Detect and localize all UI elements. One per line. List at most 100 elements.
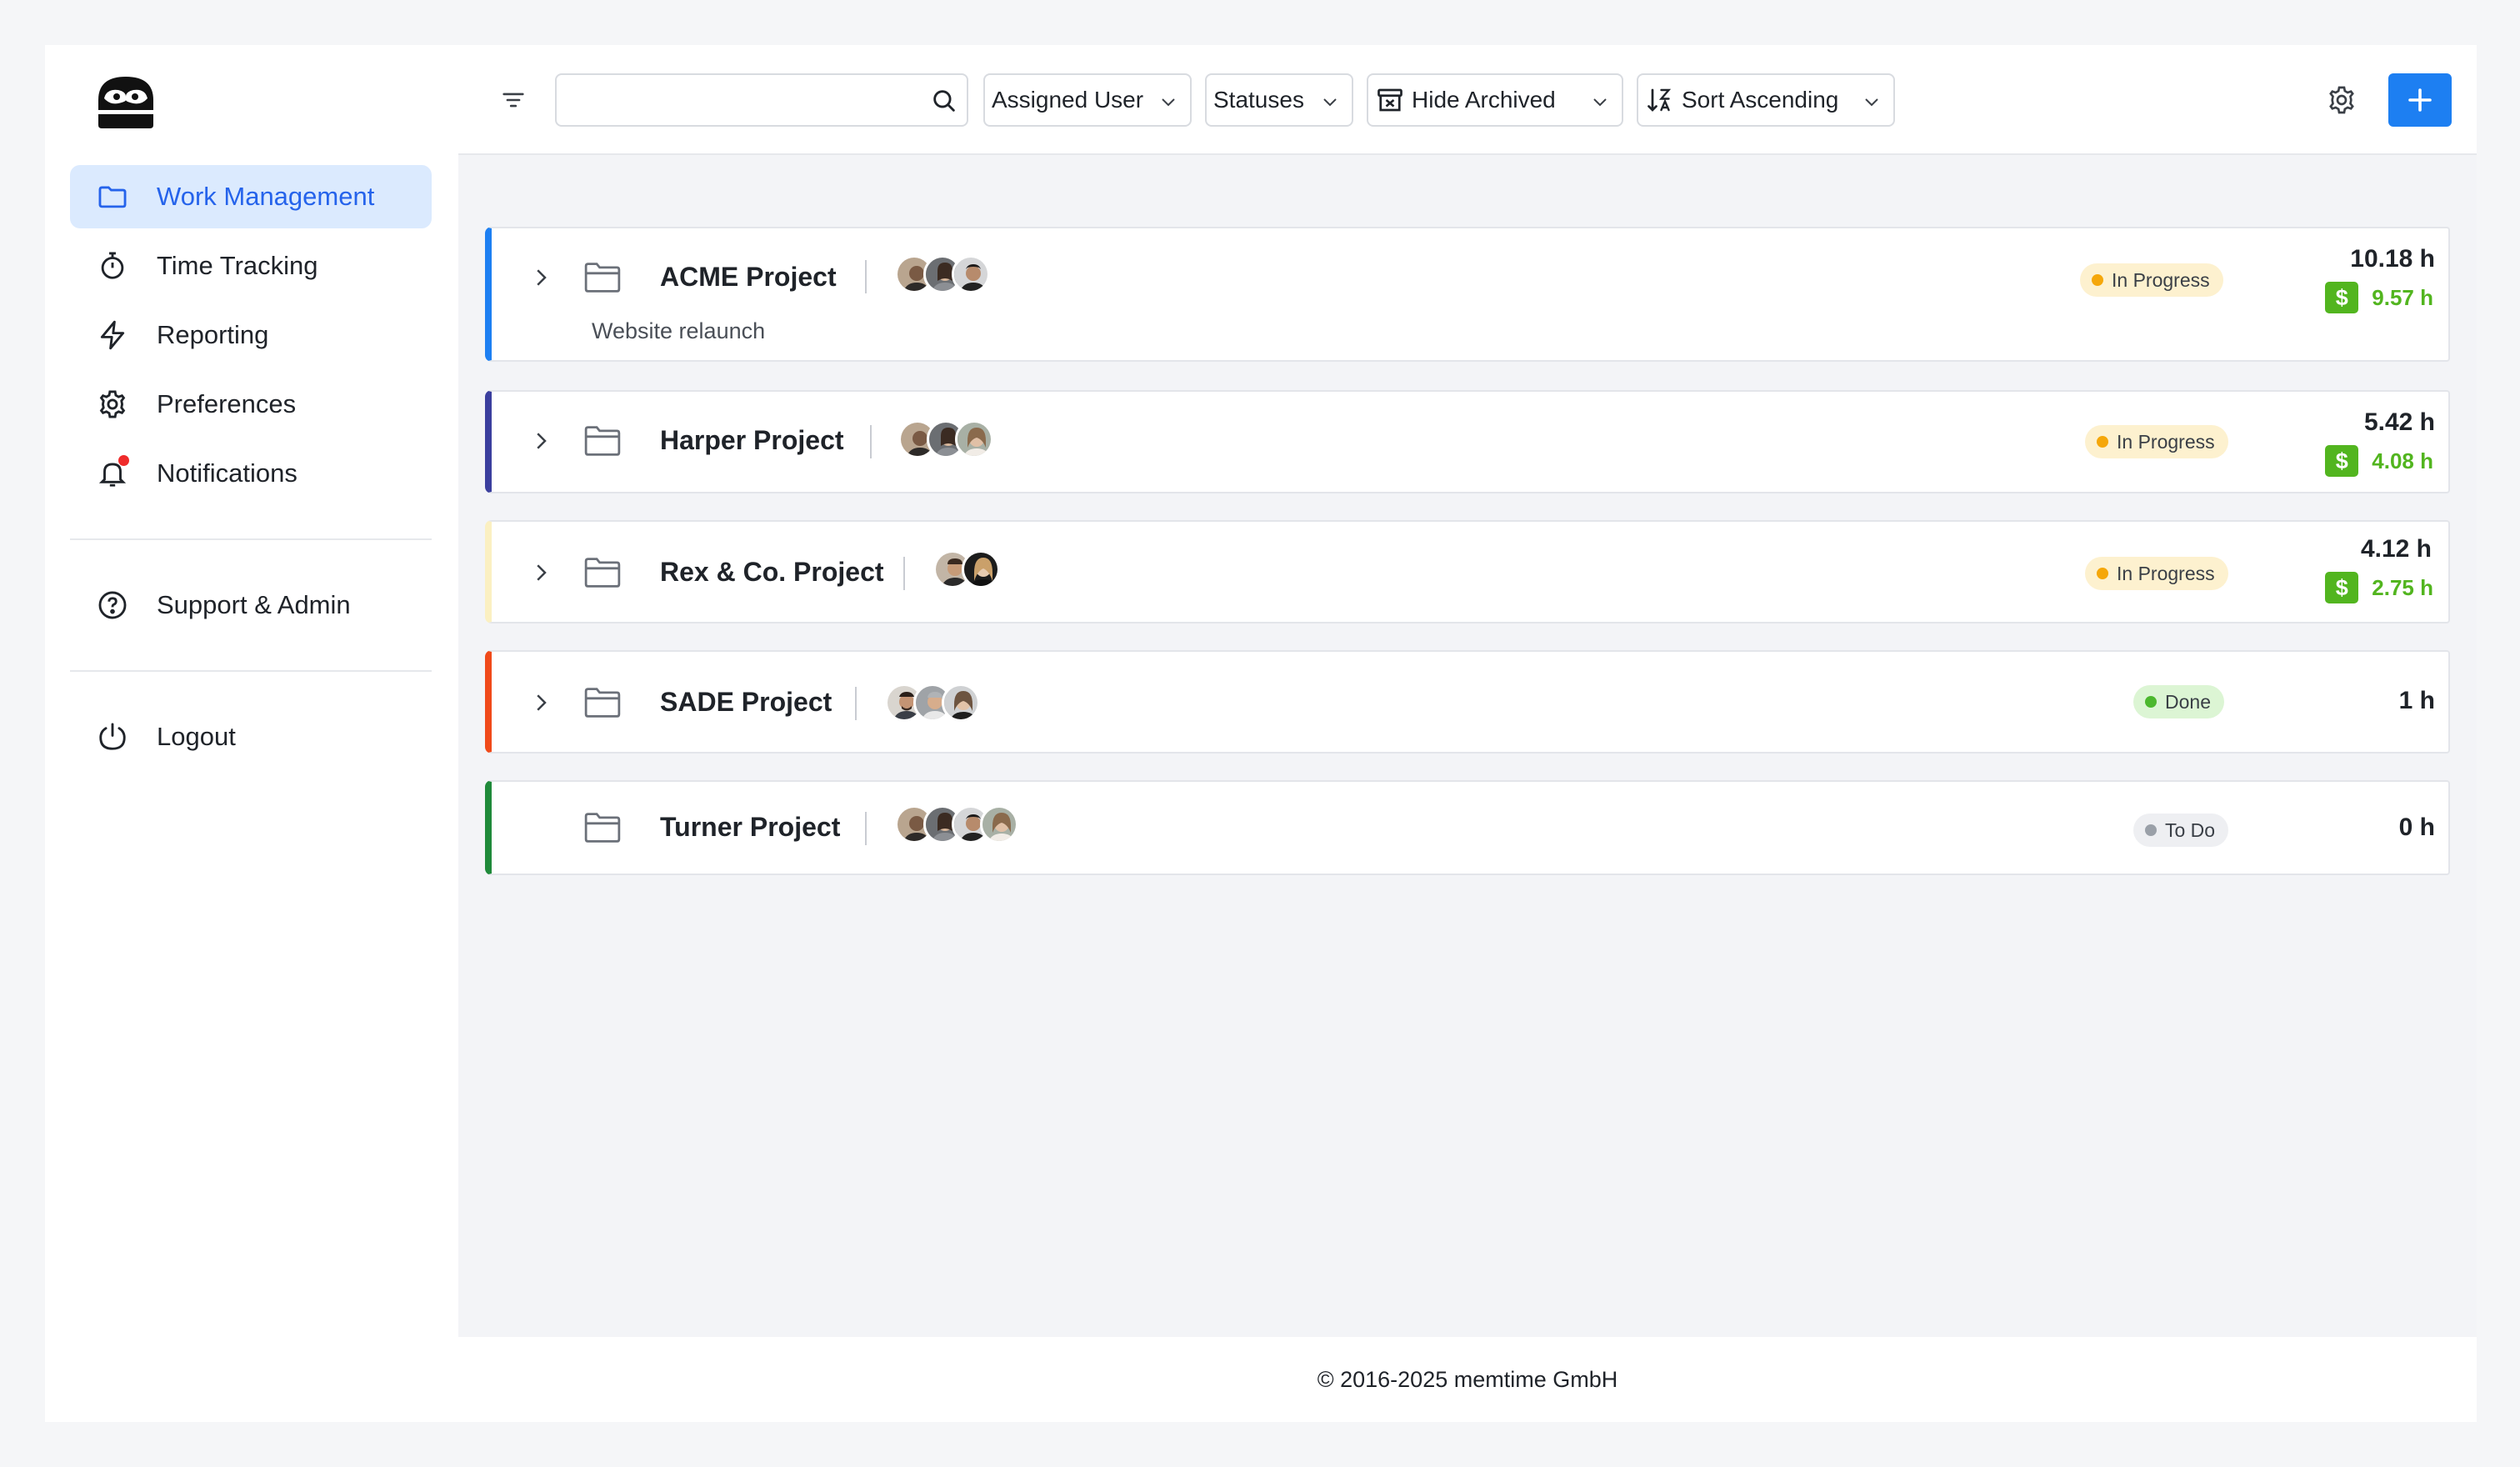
billable-value: 2.75 h xyxy=(2372,574,2433,600)
gear-icon xyxy=(97,388,128,420)
chevron-down-icon xyxy=(1593,98,1607,107)
sidebar-item-logout[interactable]: Logout xyxy=(70,705,432,769)
sidebar-item-support-admin[interactable]: Support & Admin xyxy=(70,573,432,637)
sidebar-item-work-management[interactable]: Work Management xyxy=(70,165,432,228)
sidebar-item-label: Reporting xyxy=(157,320,269,349)
status-badge: Done xyxy=(2133,685,2224,718)
status-dot xyxy=(2145,824,2157,836)
avatar xyxy=(942,683,980,722)
project-list: ACME Project Website relaunch In Progres… xyxy=(458,155,2477,1337)
project-name: Turner Project xyxy=(660,812,841,842)
search-icon[interactable] xyxy=(930,87,958,115)
folder-icon xyxy=(584,813,621,843)
project-name: ACME Project xyxy=(660,262,837,292)
project-row-turner[interactable]: Turner Project To Do 0 h xyxy=(485,780,2450,875)
dropdown-label: Sort Ascending xyxy=(1682,87,1839,113)
sort-ascending-icon xyxy=(1648,88,1672,112)
dropdown-label: Statuses xyxy=(1213,87,1304,113)
dollar-icon: $ xyxy=(2325,445,2359,477)
status-label: In Progress xyxy=(2117,562,2215,584)
footer: © 2016-2025 memtime GmbH xyxy=(458,1337,2477,1422)
add-button[interactable] xyxy=(2388,73,2452,127)
project-row-sade[interactable]: SADE Project Done 1 h xyxy=(485,650,2450,754)
folder-icon xyxy=(584,263,621,293)
sidebar-item-label: Preferences xyxy=(157,389,297,418)
chevron-down-icon xyxy=(1323,98,1337,107)
chevron-right-icon[interactable] xyxy=(528,560,553,585)
billable-hours: $ 2.75 h xyxy=(2325,572,2433,603)
project-row-acme[interactable]: ACME Project Website relaunch In Progres… xyxy=(485,227,2450,362)
help-circle-icon xyxy=(97,589,128,621)
sidebar-item-label: Work Management xyxy=(157,182,375,211)
project-name: SADE Project xyxy=(660,687,832,717)
archived-dropdown[interactable]: Hide Archived xyxy=(1367,73,1623,127)
folder-icon xyxy=(584,688,621,718)
sidebar-item-label: Support & Admin xyxy=(157,590,351,619)
folder-icon xyxy=(584,558,621,588)
sidebar-item-reporting[interactable]: Reporting xyxy=(70,303,432,367)
status-badge: In Progress xyxy=(2085,425,2228,458)
status-label: Done xyxy=(2165,690,2211,713)
sidebar-item-label: Time Tracking xyxy=(157,251,318,280)
assigned-user-dropdown[interactable]: Assigned User xyxy=(983,73,1192,127)
folder-icon xyxy=(97,181,128,213)
sidebar-divider xyxy=(70,670,432,672)
dollar-icon: $ xyxy=(2325,572,2359,603)
status-label: In Progress xyxy=(2112,268,2210,291)
plus-icon xyxy=(2408,88,2432,112)
sidebar-divider xyxy=(70,538,432,540)
avatar-group xyxy=(885,683,980,722)
project-subtitle: Website relaunch xyxy=(592,318,766,343)
sloth-logo[interactable] xyxy=(93,67,158,132)
project-name: Rex & Co. Project xyxy=(660,557,884,587)
separator xyxy=(870,425,872,458)
chevron-down-icon xyxy=(1162,98,1175,107)
sidebar-item-preferences[interactable]: Preferences xyxy=(70,373,432,436)
status-label: To Do xyxy=(2165,819,2216,841)
archive-icon xyxy=(1378,88,1402,112)
status-dot xyxy=(2145,696,2157,708)
filter-icon xyxy=(502,93,524,108)
total-hours: 4.12 h xyxy=(2360,535,2432,563)
status-dot xyxy=(2097,568,2108,579)
avatar-group xyxy=(895,805,1018,844)
sidebar-item-notifications[interactable]: Notifications xyxy=(70,442,432,505)
chevron-right-icon[interactable] xyxy=(528,428,553,453)
avatar xyxy=(980,805,1018,844)
stopwatch-icon xyxy=(97,250,128,282)
avatar xyxy=(952,255,990,293)
separator xyxy=(855,687,857,720)
separator xyxy=(903,557,905,590)
status-dot xyxy=(2092,274,2103,286)
status-badge: In Progress xyxy=(2085,557,2228,590)
project-row-harper[interactable]: Harper Project In Progress 5.42 h $ 4.08… xyxy=(485,390,2450,493)
billable-hours: $ 4.08 h xyxy=(2325,445,2433,477)
gear-icon xyxy=(2329,86,2354,114)
avatar-group xyxy=(933,550,1000,588)
avatar xyxy=(962,550,1000,588)
total-hours: 1 h xyxy=(2398,687,2435,714)
avatar-group xyxy=(898,420,993,458)
filter-button[interactable] xyxy=(495,82,532,118)
notification-dot xyxy=(118,455,129,466)
chevron-right-icon[interactable] xyxy=(528,265,553,290)
copyright-text: © 2016-2025 memtime GmbH xyxy=(1317,1366,1618,1392)
avatar xyxy=(955,420,993,458)
folder-icon xyxy=(584,426,621,456)
settings-button[interactable] xyxy=(2325,83,2358,117)
chevron-down-icon xyxy=(1865,98,1878,107)
chevron-right-icon[interactable] xyxy=(528,690,553,715)
search-box xyxy=(555,73,968,127)
search-input[interactable] xyxy=(570,75,920,123)
project-row-rex[interactable]: Rex & Co. Project In Progress 4.12 h $ 2… xyxy=(485,520,2450,623)
dollar-icon: $ xyxy=(2325,282,2359,313)
total-hours: 5.42 h xyxy=(2363,408,2435,436)
sidebar-item-label: Notifications xyxy=(157,458,298,488)
power-icon xyxy=(97,721,128,753)
billable-value: 4.08 h xyxy=(2372,448,2433,473)
sort-dropdown[interactable]: Sort Ascending xyxy=(1637,73,1895,127)
sidebar-item-time-tracking[interactable]: Time Tracking xyxy=(70,234,432,298)
dropdown-label: Hide Archived xyxy=(1412,87,1556,113)
statuses-dropdown[interactable]: Statuses xyxy=(1205,73,1353,127)
sidebar-nav: Work Management Time Tracking Reporting … xyxy=(70,165,432,774)
